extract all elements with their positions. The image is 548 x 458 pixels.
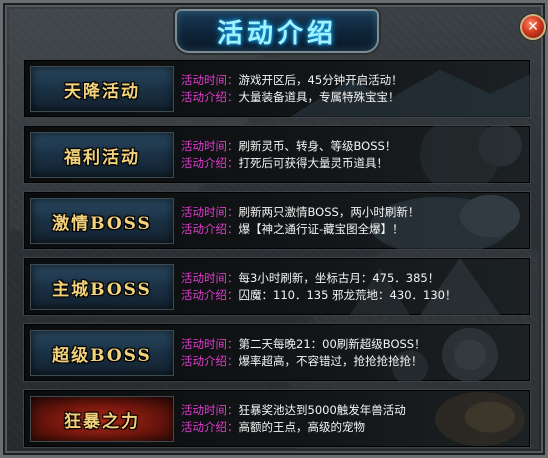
activity-details: 活动时间：狂暴奖池达到5000触发年兽活动 活动介绍：高额的王点，高级的宠物	[181, 402, 406, 436]
activity-intro: 高额的王点，高级的宠物	[238, 420, 366, 434]
activity-name-plate: 福利活动	[30, 132, 174, 178]
activity-time: 第二天每晚21：00刷新超级BOSS！	[238, 337, 426, 351]
activity-name: 超级BOSS	[52, 345, 152, 366]
activity-details: 活动时间：每3小时刷新，坐标古月：475．385！ 活动介绍：囚魔：110．13…	[181, 270, 456, 304]
activity-name: 狂暴之力	[64, 411, 140, 432]
intro-label: 活动介绍：	[181, 156, 239, 170]
activity-panel: 活动介绍 ✕ 天降活动 活动时间：游戏开区后，45分钟开启活动！ 活动介绍：大量…	[0, 0, 548, 458]
activity-row: 超级BOSS 活动时间：第二天每晚21：00刷新超级BOSS！ 活动介绍：爆率超…	[23, 323, 531, 382]
activity-intro: 爆【神之通行证-藏宝图全爆】！	[238, 222, 404, 236]
activity-row: 激情BOSS 活动时间：刷新两只激情BOSS，两小时刷新！ 活动介绍：爆【神之通…	[23, 191, 531, 250]
close-icon: ✕	[527, 19, 539, 35]
activity-name: 主城BOSS	[52, 279, 152, 300]
activity-row: 天降活动 活动时间：游戏开区后，45分钟开启活动！ 活动介绍：大量装备道具，专属…	[23, 59, 531, 118]
intro-label: 活动介绍：	[181, 90, 239, 104]
activity-name-plate: 激情BOSS	[30, 198, 174, 244]
activity-time: 刷新灵币、转身、等级BOSS！	[238, 139, 397, 153]
activity-intro: 大量装备道具，专属特殊宝宝！	[238, 90, 400, 104]
panel-title: 活动介绍	[216, 18, 337, 49]
activity-row: 福利活动 活动时间：刷新灵币、转身、等级BOSS！ 活动介绍：打死后可获得大量灵…	[23, 125, 531, 184]
activity-row: 狂暴之力 活动时间：狂暴奖池达到5000触发年兽活动 活动介绍：高额的王点，高级…	[23, 389, 531, 448]
activity-details: 活动时间：游戏开区后，45分钟开启活动！ 活动介绍：大量装备道具，专属特殊宝宝！	[181, 72, 403, 106]
time-label: 活动时间：	[181, 271, 239, 285]
activity-intro: 爆率超高，不容错过，抢抢抢抢抢！	[238, 354, 423, 368]
activity-name-plate: 超级BOSS	[30, 330, 174, 376]
activity-intro: 打死后可获得大量灵币道具！	[238, 156, 389, 170]
activity-time: 每3小时刷新，坐标古月：475．385！	[238, 271, 440, 285]
activity-list: 天降活动 活动时间：游戏开区后，45分钟开启活动！ 活动介绍：大量装备道具，专属…	[23, 59, 531, 455]
time-label: 活动时间：	[181, 337, 239, 351]
intro-label: 活动介绍：	[181, 354, 239, 368]
activity-name: 天降活动	[64, 81, 140, 102]
activity-time: 游戏开区后，45分钟开启活动！	[238, 73, 403, 87]
time-label: 活动时间：	[181, 139, 239, 153]
intro-label: 活动介绍：	[181, 288, 239, 302]
intro-label: 活动介绍：	[181, 420, 239, 434]
close-button[interactable]: ✕	[520, 14, 546, 40]
activity-name: 激情BOSS	[52, 213, 152, 234]
activity-time: 狂暴奖池达到5000触发年兽活动	[238, 403, 406, 417]
activity-name-plate: 主城BOSS	[30, 264, 174, 310]
activity-name-plate: 天降活动	[30, 66, 174, 112]
activity-intro: 囚魔：110．135 邪龙荒地：430．130！	[238, 288, 457, 302]
intro-label: 活动介绍：	[181, 222, 239, 236]
activity-name: 福利活动	[64, 147, 140, 168]
activity-details: 活动时间：第二天每晚21：00刷新超级BOSS！ 活动介绍：爆率超高，不容错过，…	[181, 336, 426, 370]
title-plate: 活动介绍	[175, 9, 379, 53]
activity-name-plate: 狂暴之力	[30, 396, 174, 442]
activity-details: 活动时间：刷新两只激情BOSS，两小时刷新！ 活动介绍：爆【神之通行证-藏宝图全…	[181, 204, 419, 238]
activity-details: 活动时间：刷新灵币、转身、等级BOSS！ 活动介绍：打死后可获得大量灵币道具！	[181, 138, 396, 172]
activity-time: 刷新两只激情BOSS，两小时刷新！	[238, 205, 420, 219]
activity-row: 主城BOSS 活动时间：每3小时刷新，坐标古月：475．385！ 活动介绍：囚魔…	[23, 257, 531, 316]
time-label: 活动时间：	[181, 205, 239, 219]
time-label: 活动时间：	[181, 403, 239, 417]
time-label: 活动时间：	[181, 73, 239, 87]
